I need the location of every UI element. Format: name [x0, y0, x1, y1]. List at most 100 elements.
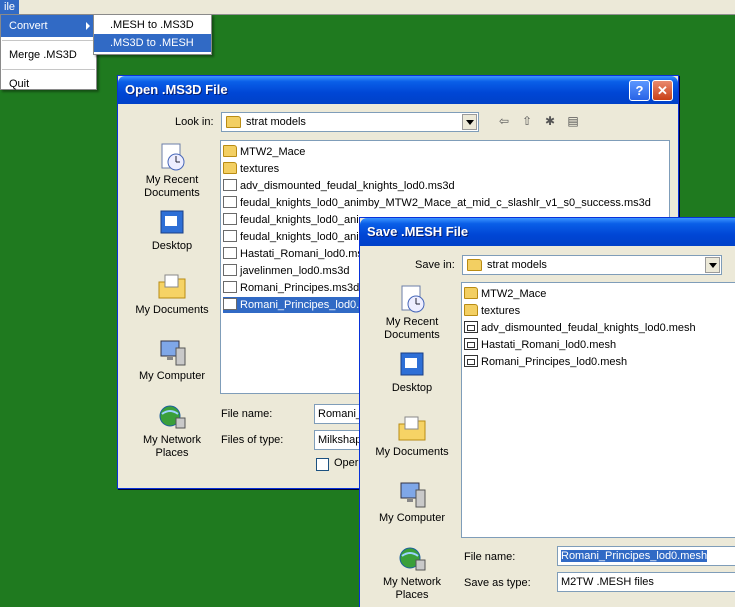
files-of-type-value: Milkshap: [318, 434, 362, 446]
close-button[interactable]: ✕: [652, 80, 673, 101]
desktop-icon: [396, 350, 428, 380]
save-in-dropdown[interactable]: strat models: [462, 255, 722, 275]
my-documents-folder-icon: [396, 414, 428, 444]
list-item-folder[interactable]: textures: [464, 303, 524, 319]
place-my-network-places[interactable]: My Network Places: [368, 544, 456, 602]
view-menu-icon[interactable]: ▤: [565, 113, 581, 129]
look-in-dropdown[interactable]: strat models: [221, 112, 479, 132]
menu-bar: ile: [0, 0, 735, 15]
folder-icon: [223, 162, 237, 174]
place-my-network-places[interactable]: My Network Places: [128, 402, 216, 460]
new-folder-icon[interactable]: ✱: [542, 113, 558, 129]
place-label: My Recent Documents: [144, 174, 200, 199]
menu-item-label: .MESH to .MS3D: [110, 19, 194, 31]
menu-item-merge-ms3d[interactable]: Merge .MS3D: [1, 44, 96, 66]
menu-item-quit[interactable]: Quit: [1, 73, 96, 95]
list-item-file[interactable]: Romani_Principes_lod0.mesh: [464, 354, 631, 370]
document-icon: [223, 247, 237, 259]
dropdown-arrow-icon[interactable]: [462, 114, 477, 130]
help-button[interactable]: ?: [629, 80, 650, 101]
file-name-label: File name:: [464, 551, 516, 563]
list-item-file[interactable]: feudal_knights_lod0_ani: [223, 229, 363, 245]
list-item-file[interactable]: Romani_Principes.ms3d: [223, 280, 363, 296]
save-file-list[interactable]: MTW2_Mace textures adv_dismounted_feudal…: [461, 282, 735, 538]
place-desktop[interactable]: Desktop: [128, 208, 216, 253]
place-label: My Documents: [135, 304, 209, 316]
list-item-file[interactable]: adv_dismounted_feudal_knights_lod0.ms3d: [223, 178, 459, 194]
clock-document-icon: [156, 142, 188, 172]
menu-separator: [2, 40, 95, 41]
menu-separator: [2, 69, 95, 70]
menu-item-label: .MS3D to .MESH: [110, 37, 194, 49]
folder-icon: [223, 145, 237, 157]
back-arrow-icon[interactable]: ⇦: [496, 113, 512, 129]
list-item-file[interactable]: javelinmen_lod0.ms3d: [223, 263, 353, 279]
look-in-label: Look in:: [175, 116, 214, 128]
list-item-label: feudal_knights_lod0_animby_MTW2_Mace_at_…: [240, 197, 651, 209]
place-my-computer[interactable]: My Computer: [368, 480, 456, 525]
dialog-titlebar[interactable]: Open .MS3D File ? ✕: [118, 76, 678, 104]
dropdown-arrow-icon[interactable]: [705, 257, 720, 273]
place-label: My Computer: [138, 370, 206, 382]
menu-item-label: Merge .MS3D: [9, 49, 77, 61]
menu-item-convert[interactable]: Convert: [1, 15, 96, 37]
list-item-label: javelinmen_lod0.ms3d: [240, 265, 350, 277]
list-item-label: feudal_knights_lod0_ani: [240, 231, 359, 243]
list-item-file[interactable]: feudal_knights_lod0_ani: [223, 212, 363, 228]
clock-document-icon: [396, 284, 428, 314]
menu-item-label: Convert: [9, 20, 48, 32]
place-label: My Computer: [378, 512, 446, 524]
document-icon: [223, 213, 237, 225]
place-my-computer[interactable]: My Computer: [128, 338, 216, 383]
mesh-file-icon: [464, 338, 478, 350]
list-item-label: feudal_knights_lod0_ani: [240, 214, 359, 226]
list-item-label: Romani_Principes.ms3d: [240, 282, 360, 294]
menu-item-ms3d-to-mesh[interactable]: .MS3D to .MESH: [94, 34, 211, 52]
list-item-file-selected[interactable]: Romani_Principes_lod0.ms: [223, 297, 378, 313]
place-label: Desktop: [391, 382, 433, 394]
places-bar: My Recent Documents Desktop My Documents…: [128, 142, 216, 472]
list-item-file[interactable]: feudal_knights_lod0_animby_MTW2_Mace_at_…: [223, 195, 655, 211]
list-item-folder[interactable]: MTW2_Mace: [223, 144, 309, 160]
save-as-type-value: M2TW .MESH files: [561, 576, 654, 588]
save-as-type-label: Save as type:: [464, 577, 531, 589]
place-my-documents[interactable]: My Documents: [128, 272, 216, 317]
place-desktop[interactable]: Desktop: [368, 350, 456, 395]
menu-item-mesh-to-ms3d[interactable]: .MESH to .MS3D: [94, 16, 211, 34]
places-bar: My Recent Documents Desktop My Documents…: [368, 284, 456, 604]
place-my-documents[interactable]: My Documents: [368, 414, 456, 459]
place-label: My Network Places: [142, 434, 202, 459]
list-item-label: textures: [240, 163, 280, 175]
dialog-titlebar[interactable]: Save .MESH File: [360, 218, 735, 246]
open-readonly-checkbox[interactable]: [316, 458, 329, 471]
dialog-title: Open .MS3D File: [125, 82, 228, 97]
list-item-label: Romani_Principes_lod0.mesh: [481, 356, 628, 368]
list-item-label: Romani_Principes_lod0.ms: [240, 299, 374, 311]
network-globe-icon: [156, 402, 188, 432]
list-item-file[interactable]: adv_dismounted_feudal_knights_lod0.mesh: [464, 320, 700, 336]
list-item-label: adv_dismounted_feudal_knights_lod0.mesh: [481, 322, 696, 334]
document-icon: [223, 281, 237, 293]
computer-icon: [396, 480, 428, 510]
document-icon: [223, 179, 237, 191]
place-my-recent-documents[interactable]: My Recent Documents: [368, 284, 456, 342]
up-folder-icon[interactable]: ⇧: [519, 113, 535, 129]
desktop-icon: [156, 208, 188, 238]
document-icon: [223, 196, 237, 208]
save-as-type-dropdown[interactable]: M2TW .MESH files: [557, 572, 735, 592]
place-label: My Recent Documents: [384, 316, 440, 341]
list-item-file[interactable]: Hastati_Romani_lod0.mesh: [464, 337, 620, 353]
file-name-input[interactable]: Romani_Principes_lod0.mesh: [557, 546, 735, 566]
place-my-recent-documents[interactable]: My Recent Documents: [128, 142, 216, 200]
document-icon: [223, 298, 237, 310]
save-in-label: Save in:: [415, 259, 455, 271]
list-item-label: adv_dismounted_feudal_knights_lod0.ms3d: [240, 180, 455, 192]
list-item-file[interactable]: Hastati_Romani_lod0.ms: [223, 246, 367, 262]
list-item-folder[interactable]: textures: [223, 161, 283, 177]
files-of-type-label: Files of type:: [221, 434, 284, 446]
my-documents-folder-icon: [156, 272, 188, 302]
list-item-folder[interactable]: MTW2_Mace: [464, 286, 550, 302]
look-in-value: strat models: [246, 116, 306, 128]
file-menu[interactable]: ile: [0, 0, 20, 14]
network-globe-icon: [396, 544, 428, 574]
